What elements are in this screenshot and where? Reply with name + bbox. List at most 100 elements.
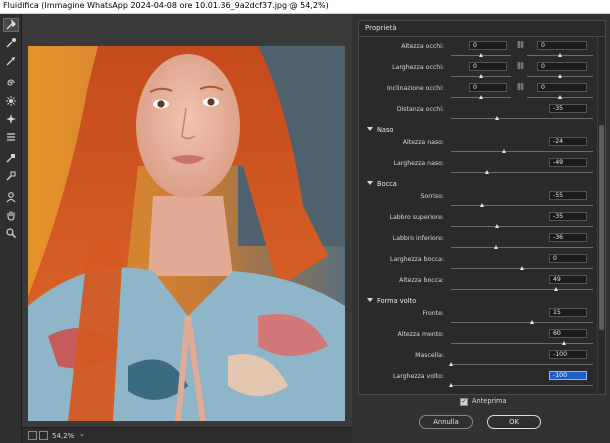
property-slider-track[interactable] <box>451 322 593 323</box>
chevron-down-icon <box>367 127 373 131</box>
property-label: Altezza naso: <box>402 139 444 146</box>
property-slider-thumb[interactable] <box>484 170 489 174</box>
property-label: Labbro inferiore: <box>392 235 444 242</box>
property-slider-track[interactable] <box>451 247 593 248</box>
value-field[interactable]: 60 <box>549 329 587 338</box>
property-slider-track[interactable] <box>451 343 593 344</box>
property-slider-thumb[interactable] <box>519 266 524 270</box>
property-slider-thumb[interactable] <box>494 224 499 228</box>
twirl-icon[interactable] <box>3 76 19 90</box>
property-row: Larghezza volto: -100 <box>359 370 599 391</box>
freeze-mask-icon[interactable] <box>3 151 19 165</box>
value-field[interactable]: 15 <box>549 308 587 317</box>
link-icon[interactable]: ⛓ <box>516 41 525 50</box>
right-eye-slider-thumb[interactable] <box>557 74 562 78</box>
value-field[interactable]: -36 <box>549 233 587 242</box>
view-toggle-icon[interactable] <box>28 431 37 440</box>
link-icon[interactable]: ⛓ <box>516 83 525 92</box>
value-field[interactable]: -35 <box>549 104 587 113</box>
cancel-button[interactable]: Annulla <box>419 415 473 429</box>
left-eye-slider-thumb[interactable] <box>478 95 483 99</box>
link-icon[interactable]: ⛓ <box>516 62 525 71</box>
property-row: Inclinazione occhi: 0 ⛓ 0 <box>359 82 599 103</box>
zoom-level[interactable]: 54,2% <box>52 431 74 441</box>
property-row: Larghezza naso: -49 <box>359 157 599 178</box>
right-eye-field[interactable]: 0 <box>537 41 587 50</box>
properties-panel: Proprietà Altezza occhi: 0 ⛓ 0 Larghezza occ… <box>358 20 606 395</box>
nose-section-header[interactable]: Naso <box>367 126 393 134</box>
preview-checkbox[interactable]: ✓ <box>460 398 468 406</box>
title-bar: Fluidifica (Immagine WhatsApp 2024-04-08… <box>0 0 610 14</box>
right-eye-slider-thumb[interactable] <box>557 53 562 57</box>
value-field[interactable]: -35 <box>549 212 587 221</box>
property-label: Larghezza occhi: <box>392 64 444 71</box>
property-slider-thumb[interactable] <box>502 149 507 153</box>
left-eye-field[interactable]: 0 <box>469 62 507 71</box>
right-eye-field[interactable]: 0 <box>537 83 587 92</box>
property-slider-track[interactable] <box>451 118 593 119</box>
left-eye-slider-thumb[interactable] <box>478 74 483 78</box>
divider <box>359 36 605 37</box>
property-slider-track[interactable] <box>451 385 593 386</box>
value-field[interactable]: 49 <box>549 275 587 284</box>
left-eye-field[interactable]: 0 <box>469 41 507 50</box>
right-eye-field[interactable]: 0 <box>537 62 587 71</box>
nose-section-title: Naso <box>377 126 394 134</box>
face-section-header[interactable]: Forma volto <box>367 297 416 305</box>
bloat-icon[interactable] <box>3 112 19 126</box>
property-slider-thumb[interactable] <box>494 116 499 120</box>
property-label: Altezza bocca: <box>399 277 444 284</box>
reconstruct-icon[interactable] <box>3 36 19 50</box>
property-label: Larghezza bocca: <box>390 256 444 263</box>
ok-button[interactable]: OK <box>487 415 541 429</box>
scrollbar[interactable] <box>597 37 605 394</box>
property-slider-track[interactable] <box>451 172 593 173</box>
property-label: Altezza mento: <box>397 331 445 338</box>
chevron-down-icon <box>367 298 373 302</box>
thaw-mask-icon[interactable] <box>3 169 19 183</box>
scrollbar-thumb[interactable] <box>599 125 604 330</box>
property-slider-track[interactable] <box>451 151 593 152</box>
properties-panel-wrap: Proprietà Altezza occhi: 0 ⛓ 0 Larghezza occ… <box>352 14 610 443</box>
property-slider-thumb[interactable] <box>448 362 453 366</box>
pucker-icon[interactable] <box>3 94 19 108</box>
mouth-section-header[interactable]: Bocca <box>367 180 397 188</box>
property-slider-thumb[interactable] <box>562 341 567 345</box>
property-slider-thumb[interactable] <box>448 383 453 387</box>
right-eye-slider-thumb[interactable] <box>557 95 562 99</box>
property-row: Altezza mento: 60 <box>359 328 599 349</box>
value-field[interactable]: -100 <box>549 371 587 380</box>
property-slider-thumb[interactable] <box>530 320 535 324</box>
hand-icon[interactable] <box>3 208 19 222</box>
property-slider-track[interactable] <box>451 364 593 365</box>
property-row: Larghezza occhi: 0 ⛓ 0 <box>359 61 599 82</box>
property-slider-track[interactable] <box>451 289 593 290</box>
push-left-icon[interactable] <box>3 130 19 144</box>
value-field[interactable]: -100 <box>549 350 587 359</box>
property-slider-thumb[interactable] <box>554 287 559 291</box>
view-split-icon[interactable] <box>39 431 48 440</box>
chevron-down-icon <box>367 181 373 185</box>
property-slider-thumb[interactable] <box>493 245 498 249</box>
property-row: Distanza occhi: -35 <box>359 103 599 124</box>
value-field[interactable]: -24 <box>549 137 587 146</box>
left-eye-field[interactable]: 0 <box>469 83 507 92</box>
value-field[interactable]: 0 <box>549 254 587 263</box>
property-label: Larghezza volto: <box>392 373 444 380</box>
value-field[interactable]: -49 <box>549 158 587 167</box>
tool-strip <box>0 14 22 443</box>
chevron-down-icon[interactable]: ⌄ <box>79 430 85 438</box>
zoom-icon[interactable] <box>3 226 19 240</box>
canvas-area[interactable] <box>22 14 352 427</box>
value-field[interactable]: -55 <box>549 191 587 200</box>
face-tool-icon[interactable] <box>3 190 19 204</box>
forward-warp-icon[interactable] <box>3 18 19 32</box>
property-slider-thumb[interactable] <box>480 203 485 207</box>
property-slider-track[interactable] <box>451 205 593 206</box>
left-eye-slider-thumb[interactable] <box>478 53 483 57</box>
liquify-window: Fluidifica (Immagine WhatsApp 2024-04-08… <box>0 0 610 443</box>
smooth-icon[interactable] <box>3 54 19 68</box>
property-slider-track[interactable] <box>451 226 593 227</box>
photo-preview[interactable] <box>28 46 345 421</box>
property-row: Mascella: -100 <box>359 349 599 370</box>
